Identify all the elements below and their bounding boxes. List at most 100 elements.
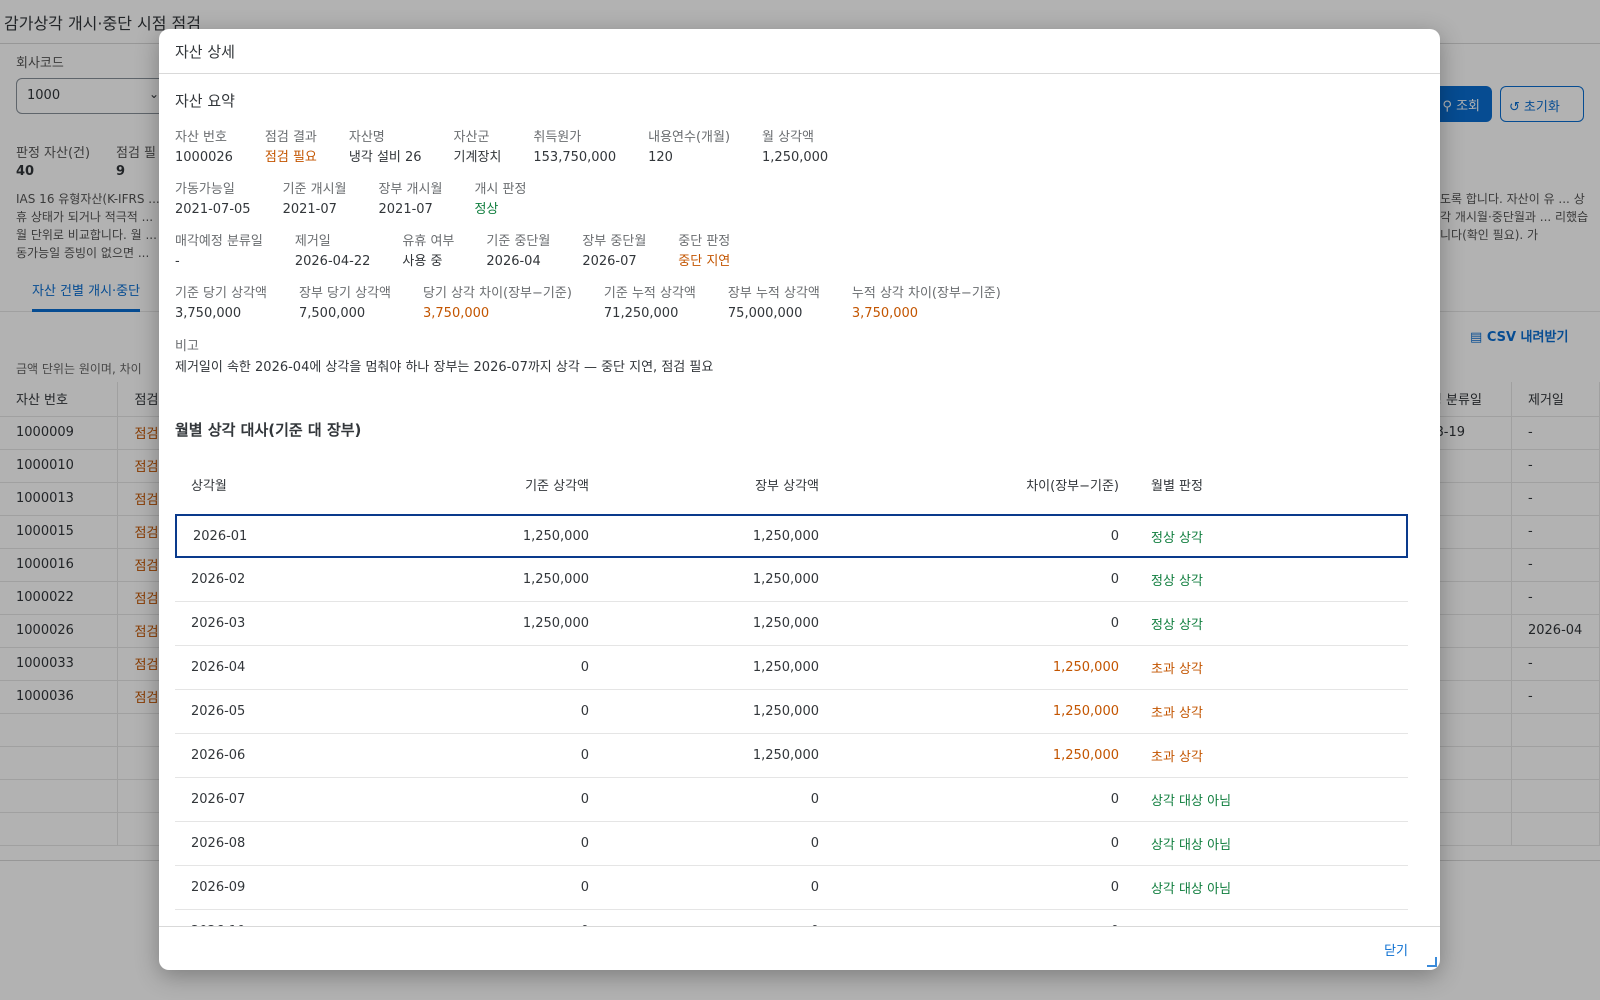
cell-base: 0 — [315, 778, 605, 822]
cell-judge: 상각 대상 아님 — [1135, 778, 1408, 822]
monthly-row[interactable]: 2026-08 0 0 0 상각 대상 아님 — [175, 822, 1408, 866]
col-month[interactable]: 상각월 — [175, 454, 315, 514]
cell-month: 2026-10 — [175, 910, 315, 926]
summary-field: 내용연수(개월) 120 — [648, 129, 730, 169]
cell-diff: 1,250,000 — [835, 734, 1135, 778]
monthly-row[interactable]: 2026-01 1,250,000 1,250,000 0 정상 상각 — [175, 514, 1408, 558]
col-book[interactable]: 장부 상각액 — [605, 454, 835, 514]
cell-book: 0 — [605, 822, 835, 866]
summary-field-label: 내용연수(개월) — [648, 130, 731, 145]
summary-field-value: 2026-04 — [486, 254, 541, 269]
summary-field-label: 자산 번호 — [175, 130, 227, 145]
summary-field-value: 71,250,000 — [603, 306, 679, 321]
cell-base: 0 — [315, 734, 605, 778]
summary-field: 장부 개시월 2021-07 — [379, 181, 443, 221]
cell-base: 1,250,000 — [315, 514, 605, 558]
monthly-row[interactable]: 2026-06 0 1,250,000 1,250,000 초과 상각 — [175, 734, 1408, 778]
summary-field-value: 정상 — [474, 202, 499, 217]
monthly-row[interactable]: 2026-05 0 1,250,000 1,250,000 초과 상각 — [175, 690, 1408, 734]
cell-judge: 상각 대상 아님 — [1135, 822, 1408, 866]
cell-judge: 상각 대상 아님 — [1135, 910, 1408, 926]
monthly-table: 상각월 기준 상각액 장부 상각액 차이(장부−기준) 월별 판정 2026-0… — [175, 454, 1408, 926]
cell-judge: 정상 상각 — [1135, 514, 1408, 558]
cell-diff: 0 — [835, 822, 1135, 866]
cell-month: 2026-08 — [175, 822, 315, 866]
monthly-row[interactable]: 2026-07 0 0 0 상각 대상 아님 — [175, 778, 1408, 822]
summary-field-value: - — [175, 254, 180, 269]
summary-field-value: 기계장치 — [453, 150, 502, 165]
summary-field-label: 개시 판정 — [474, 182, 527, 197]
col-diff[interactable]: 차이(장부−기준) — [835, 454, 1135, 514]
monthly-row[interactable]: 2026-04 0 1,250,000 1,250,000 초과 상각 — [175, 646, 1408, 690]
summary-field-value: 사용 중 — [402, 254, 443, 269]
dialog-body[interactable]: 자산 요약 자산 번호 1000026 점검 결과 점검 필요 자산명 냉각 설비 26 자… — [159, 74, 1440, 926]
summary-field-value: 중단 지연 — [678, 254, 731, 269]
summary-field: 장부 누적 상각액 75,000,000 — [728, 285, 820, 325]
summary-field: 개시 판정정상 — [474, 181, 526, 221]
summary-field-value: 75,000,000 — [727, 306, 803, 321]
cell-book: 0 — [605, 778, 835, 822]
monthly-row[interactable]: 2026-03 1,250,000 1,250,000 0 정상 상각 — [175, 602, 1408, 646]
remark-label: 비고 — [175, 339, 199, 354]
summary-field-label: 장부 당기 상각액 — [299, 286, 391, 301]
summary-field-label: 누적 상각 차이(장부−기준) — [851, 286, 1001, 301]
monthly-row[interactable]: 2026-09 0 0 0 상각 대상 아님 — [175, 866, 1408, 910]
monthly-row[interactable]: 2026-10000상각 대상 아님 — [175, 910, 1408, 926]
remark: 비고 제거일이 속한 2026-04에 상각을 멈춰야 하나 장부는 2026-… — [175, 337, 1424, 379]
monthly-row[interactable]: 2026-02 1,250,000 1,250,000 0 정상 상각 — [175, 558, 1408, 602]
cell-base: 0 — [315, 866, 605, 910]
cell-judge: 정상 상각 — [1135, 602, 1408, 646]
summary-field-value: 7,500,000 — [299, 306, 366, 321]
cell-month: 2026-09 — [175, 866, 315, 910]
close-button[interactable]: 닫기 — [1384, 940, 1408, 959]
summary-field: 당기 상각 차이(장부−기준) 3,750,000 — [423, 285, 572, 325]
summary-field-value: 153,750,000 — [533, 150, 617, 165]
cell-base: 0 — [315, 910, 605, 926]
summary-field: 매각예정 분류일 - — [175, 233, 263, 273]
summary-field-label: 자산군 — [453, 130, 490, 145]
summary-field-label: 기준 누적 상각액 — [603, 286, 696, 301]
cell-diff: 0 — [835, 602, 1135, 646]
dialog-title: 자산 상세 — [175, 43, 235, 61]
summary-row-amounts: 기준 당기 상각액 3,750,000 장부 당기 상각액 7,500,000 당기 상… — [175, 285, 1424, 325]
cell-month: 2026-04 — [175, 646, 315, 690]
summary-field-label: 유휴 여부 — [402, 234, 455, 249]
summary-field: 기준 누적 상각액 71,250,000 — [604, 285, 696, 325]
summary-field: 점검 결과 점검 필요 — [265, 129, 317, 169]
summary-field: 기준 당기 상각액 3,750,000 — [175, 285, 267, 325]
cell-month: 2026-07 — [175, 778, 315, 822]
summary-field-value: 3,750,000 — [423, 306, 490, 321]
summary-field: 제거일 2026-04-22 — [295, 233, 371, 273]
summary-field: 유휴 여부사용 중 — [402, 233, 454, 273]
summary-field: 중단 판정중단 지연 — [678, 233, 730, 273]
summary-row-start: 가동가능일 2021-07-05 기준 개시월 2021-07 장부 개시월 2021-0… — [175, 181, 1424, 221]
cell-month: 2026-06 — [175, 734, 315, 778]
cell-month: 2026-03 — [175, 602, 315, 646]
summary-field-label: 중단 판정 — [678, 234, 731, 249]
cell-book: 1,250,000 — [605, 558, 835, 602]
resize-handle-icon[interactable] — [1427, 957, 1437, 967]
cell-diff: 0 — [835, 910, 1135, 926]
cell-base: 1,250,000 — [315, 558, 605, 602]
cell-diff: 0 — [835, 514, 1135, 558]
cell-judge: 초과 상각 — [1135, 646, 1408, 690]
cell-base: 0 — [315, 822, 605, 866]
monthly-table-header: 상각월 기준 상각액 장부 상각액 차이(장부−기준) 월별 판정 — [175, 454, 1408, 514]
dialog-footer: 닫기 — [159, 926, 1440, 970]
summary-row-basic: 자산 번호 1000026 점검 결과 점검 필요 자산명 냉각 설비 26 자산군 기계장치… — [175, 129, 1424, 169]
summary-field-value: 3,750,000 — [175, 306, 242, 321]
summary-field-label: 기준 개시월 — [282, 182, 347, 197]
summary-field-label: 당기 상각 차이(장부−기준) — [423, 286, 572, 301]
summary-field-value: 120 — [648, 150, 673, 165]
summary-field-label: 기준 당기 상각액 — [175, 286, 267, 301]
summary-field: 기준 중단월 2026-04 — [486, 233, 550, 273]
summary-field-value: 2021-07 — [282, 202, 337, 217]
cell-book: 0 — [605, 866, 835, 910]
summary-field-value: 냉각 설비 26 — [348, 150, 422, 165]
summary-field-value: 2026-07 — [582, 254, 637, 269]
summary-field-value: 3,750,000 — [851, 306, 919, 321]
summary-field-value: 1,250,000 — [762, 150, 829, 165]
col-base[interactable]: 기준 상각액 — [315, 454, 605, 514]
col-judge[interactable]: 월별 판정 — [1135, 454, 1408, 514]
cell-base: 1,250,000 — [315, 602, 605, 646]
